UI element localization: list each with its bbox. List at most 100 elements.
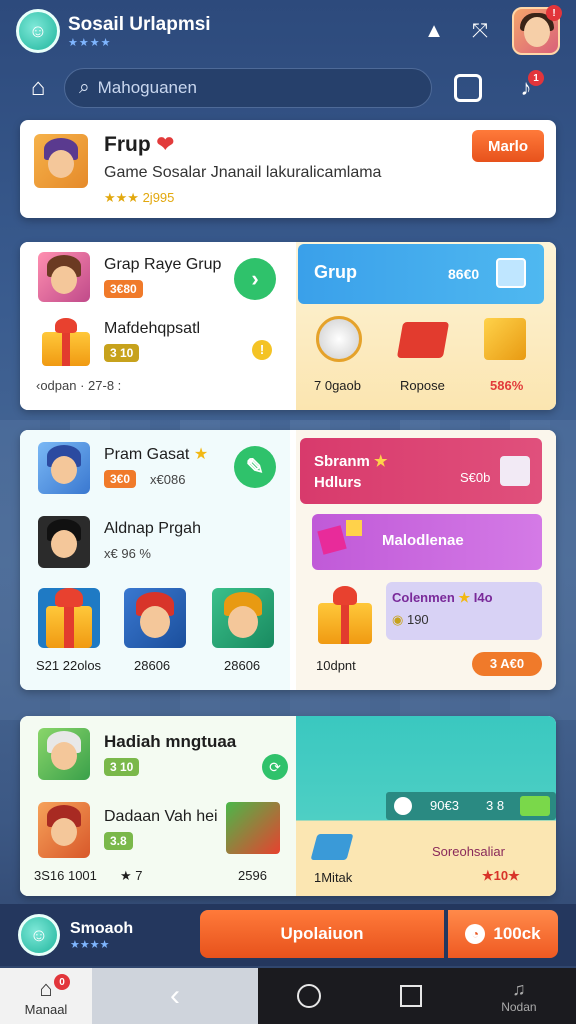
app-rating-stars: ★★★★	[68, 36, 112, 49]
promo-banner[interactable]: Malodlenae	[312, 514, 542, 570]
grid-gift-icon[interactable]	[38, 588, 100, 648]
mid-banner-title: Sbranm ★	[314, 453, 388, 470]
group-item2-pill: 3 10	[104, 344, 140, 362]
bottom-item1-title[interactable]: Hadiah mngtuaa	[104, 732, 236, 752]
coupon-card[interactable]: Colenmen ★ I4o ◉ 190	[386, 582, 542, 640]
notification-icon[interactable]: ♪ 1	[512, 70, 544, 102]
bottom-action-bar: ☺ Smoaoh ★★★★ Upolaiuon ◔ 100ck	[0, 904, 576, 966]
right-value: ★10★	[482, 868, 520, 883]
group-banner-title: Grup	[314, 262, 357, 282]
refresh-icon[interactable]: ⟳	[262, 754, 288, 780]
grid-label-3: 28606	[224, 658, 261, 673]
gift-icon[interactable]	[318, 586, 372, 644]
group-item1-thumbnail	[38, 252, 90, 302]
gift-box-icon[interactable]	[226, 802, 280, 854]
grid-label-2: 28606	[134, 658, 171, 673]
clock-icon	[394, 797, 412, 815]
edit-icon[interactable]: ✎	[234, 446, 276, 488]
bottom-item1-thumbnail	[38, 728, 90, 780]
dice-icon	[346, 520, 362, 536]
mid-item2-title[interactable]: Aldnap Prgah	[104, 520, 201, 538]
group-right-panel: Grup 86€0 7 0gaob Ropose 586%	[296, 242, 556, 410]
nav-home[interactable]: ⌂ Manaal 0	[0, 968, 92, 1024]
mid-item1-thumbnail	[38, 442, 90, 494]
ticket-icon	[310, 834, 354, 860]
timer-icon: ◔	[465, 924, 486, 944]
group-card: Grap Raye Grup 3€80 › Mafdehqpsatl 3 10 …	[20, 242, 556, 410]
bottom-right-panel: 90€3 3 8 Soreohsaliar ★10★ 1Mitak	[296, 716, 556, 896]
window-icon[interactable]	[454, 74, 482, 102]
top-bar: ☺ Sosail Urlapmsi ★★★★ ▲ ⤧ !	[0, 0, 576, 62]
promo-label: Malodlenae	[382, 532, 464, 549]
red-box-reward-icon[interactable]	[396, 322, 450, 358]
nav-back[interactable]: ‹	[92, 968, 258, 1024]
profile-logo-icon[interactable]: ☺	[18, 914, 60, 956]
group-banner[interactable]: Grup 86€0	[298, 244, 544, 304]
profile-block: Smoaoh ★★★★	[70, 920, 133, 951]
reward-label-3: 586%	[490, 378, 524, 393]
bottom-footer-left: 3S16 1001	[34, 868, 97, 883]
header-thumbnail	[34, 134, 88, 188]
robot-reward-icon[interactable]	[316, 316, 362, 362]
mid-item2-thumbnail	[38, 516, 90, 568]
dice-icon	[317, 525, 347, 555]
bottom-item2-title[interactable]: Dadaan Vah hei	[104, 808, 218, 826]
bottom-footer-mid: ★ 7	[120, 868, 143, 883]
user-avatar[interactable]: !	[512, 5, 562, 55]
search-row: ⌂ ⌕ Mahoguanen ♪ 1	[18, 68, 558, 108]
middle-right-panel: Sbranm ★ Hdlurs S€0b Malodlenae Colenmen…	[296, 430, 556, 690]
group-item1-title[interactable]: Grap Raye Grup	[104, 256, 221, 274]
app-title: Sosail Urlapmsi	[68, 13, 211, 35]
header-title: Frup ❤	[104, 133, 175, 156]
grid-character-2[interactable]	[212, 588, 274, 648]
nav-right[interactable]: ♫ Nodan	[501, 979, 536, 1014]
gold-box-reward-icon[interactable]	[484, 318, 526, 360]
profile-name: Smoaoh	[70, 919, 134, 937]
nav-right-label: Nodan	[501, 999, 537, 1014]
coupon-title: Colenmen ★ I4o	[392, 590, 493, 605]
mid-item1-title[interactable]: Pram Gasat ★	[104, 444, 208, 464]
game-controller-icon[interactable]: ▲	[420, 17, 448, 45]
back-icon: ‹	[170, 979, 180, 1012]
bottom-card: Hadiah mngtuaa 3 10 ⟳ Dadaan Vah hei 3.8…	[20, 716, 556, 896]
share-icon[interactable]: ⤧	[466, 17, 494, 45]
group-item1-pill: 3€80	[104, 280, 143, 298]
group-footer: ‹odpan · 27-8 :	[36, 378, 122, 393]
notification-badge: 1	[528, 70, 544, 86]
gift-icon	[42, 318, 90, 366]
primary-action-button[interactable]: Upolaiuon	[200, 910, 444, 958]
search-placeholder: Mahoguanen	[97, 78, 197, 97]
search-input[interactable]: ⌕ Mahoguanen	[64, 68, 432, 108]
group-item2-title[interactable]: Mafdehqpsatl	[104, 320, 200, 338]
arrow-icon[interactable]	[520, 796, 550, 816]
header-action-button[interactable]: Marlo	[472, 130, 544, 162]
system-nav-bar: ⌂ Manaal 0 ‹ ♫ Nodan	[0, 968, 576, 1024]
cube-icon	[500, 456, 530, 486]
grid-label-1: S21 22olos	[36, 658, 102, 673]
recents-square-icon[interactable]	[400, 985, 423, 1007]
middle-card: Pram Gasat ★ 3€0 x€086 ✎ Aldnap Prgah x€…	[20, 430, 556, 690]
info-icon[interactable]: !	[252, 340, 272, 360]
header-meta: ★★★ 2j995	[104, 190, 175, 205]
star-icon: ★	[458, 590, 471, 605]
gift-label: 10dpnt	[316, 658, 356, 673]
home-icon[interactable]: ⌂	[18, 68, 58, 108]
grid-character-1[interactable]	[124, 588, 186, 648]
secondary-action-button[interactable]: ◔ 100ck	[448, 910, 558, 958]
gift-price-button[interactable]: 3 A€0	[472, 652, 542, 676]
mid-banner-sub: Hdlurs	[314, 474, 362, 491]
heart-icon: ❤	[156, 133, 175, 156]
mid-banner-value: S€0b	[460, 470, 491, 485]
bottom-footer-right: 2596	[238, 868, 267, 883]
coupon-value: ◉ 190	[392, 612, 429, 627]
group-banner-value: 86€0	[448, 266, 480, 282]
header-card[interactable]: Frup ❤ Game Sosalar Jnanail lakuralicaml…	[20, 120, 556, 218]
next-arrow-icon[interactable]: ›	[234, 258, 276, 300]
home-circle-icon[interactable]	[297, 984, 322, 1008]
bottom-item2-pill: 3.8	[104, 832, 133, 850]
middle-left-panel: Pram Gasat ★ 3€0 x€086 ✎ Aldnap Prgah x€…	[20, 430, 290, 690]
nav-home-badge: 0	[54, 974, 70, 990]
mid-item1-meta: x€086	[150, 472, 186, 487]
mid-banner[interactable]: Sbranm ★ Hdlurs S€0b	[300, 438, 542, 504]
nav-home-label: Manaal	[24, 1001, 68, 1017]
